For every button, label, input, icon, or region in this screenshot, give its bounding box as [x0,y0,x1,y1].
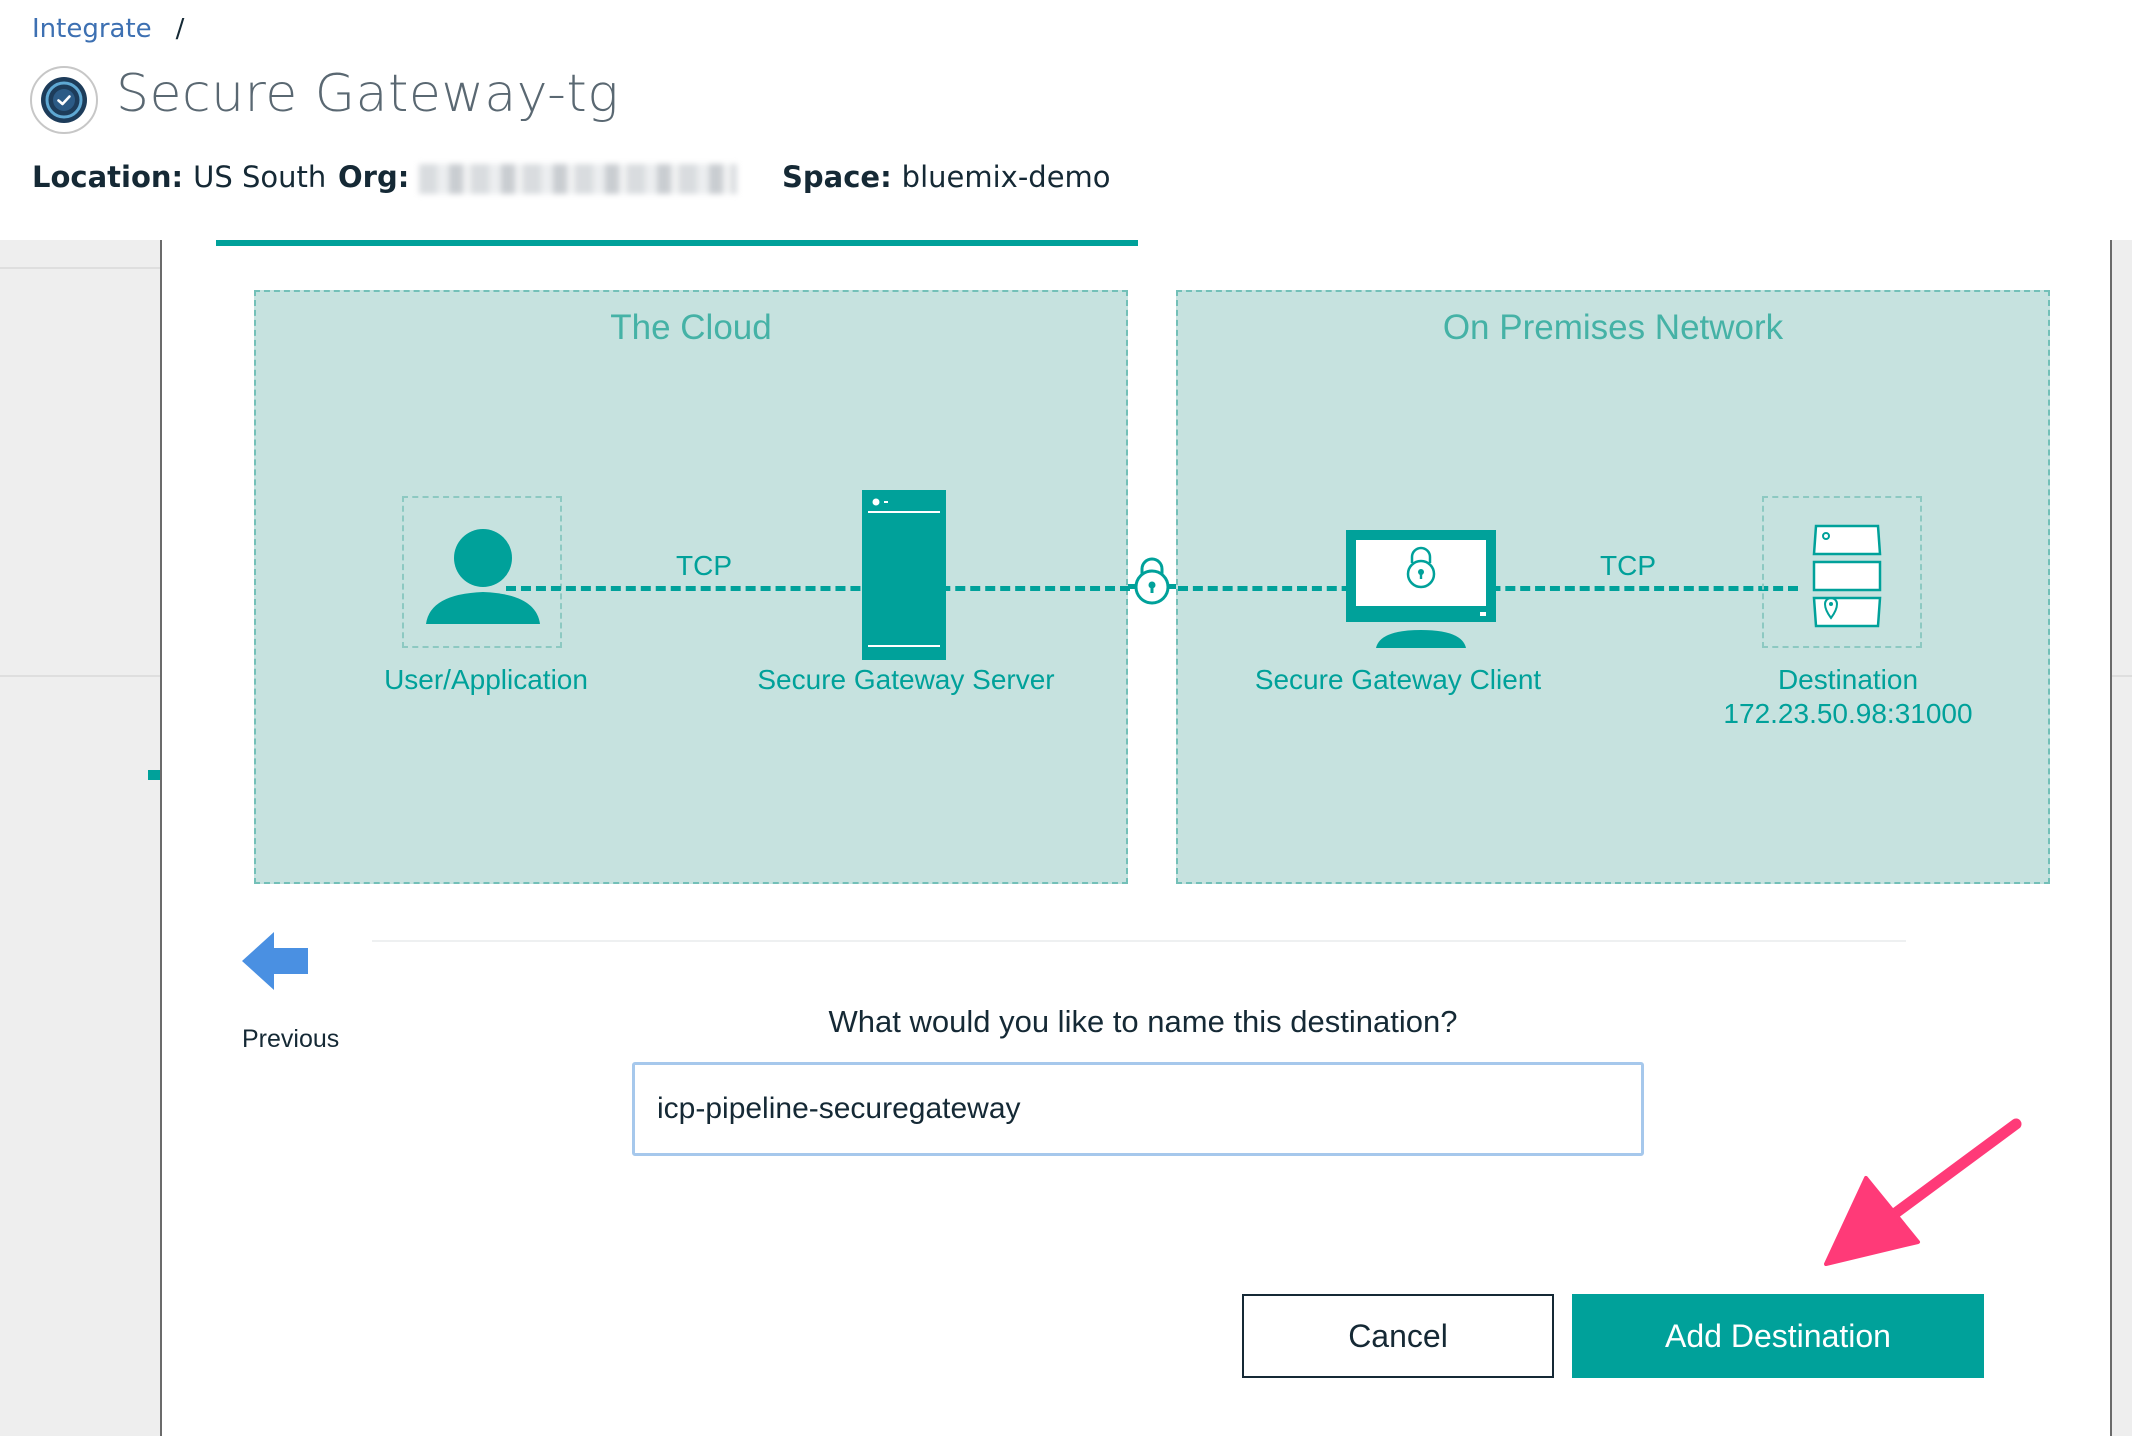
destination-label: Destination [1777,664,1919,695]
org-label: Org: [338,160,410,194]
premises-zone: On Premises Network TCP Secure Gateway C… [1176,290,2050,884]
client-label: Secure Gateway Client [1254,664,1542,695]
breadcrumb-separator: / [175,14,185,44]
backdrop-right [2112,240,2132,1436]
org-info: Org: [338,160,738,194]
monitor-lock-icon [1346,530,1496,653]
section-divider [372,940,1906,942]
cloud-zone-title: The Cloud [610,308,772,347]
previous-arrow-icon[interactable] [242,932,308,995]
add-destination-button[interactable]: Add Destination [1572,1294,1984,1378]
secure-gateway-icon [30,66,98,134]
backdrop-divider [2112,675,2132,677]
destination-address: 172.23.50.98:31000 [1723,698,1973,729]
location-info: Location: US South [32,160,326,194]
user-application-label: User/Application [384,664,588,695]
protocol-label: TCP [676,550,732,581]
page-title: Secure Gateway-tg [116,64,619,124]
destination-stack-icon [1812,524,1884,633]
callout-arrow-icon [1806,1114,2026,1279]
server-icon [862,490,946,665]
org-value-redacted [419,164,738,194]
backdrop-marker [148,770,160,780]
wizard-progress-bar [216,240,1138,246]
space-info: Space: bluemix-demo [782,160,1111,194]
premises-zone-title: On Premises Network [1442,308,1784,347]
destination-name-question: What would you like to name this destina… [828,1004,1458,1039]
space-value: bluemix-demo [901,160,1111,194]
server-label: Secure Gateway Server [757,664,1055,695]
backdrop-left [0,240,160,1436]
user-icon [426,528,540,631]
breadcrumb-link-integrate[interactable]: Integrate [32,14,152,44]
protocol-label: TCP [1600,550,1656,581]
cancel-button[interactable]: Cancel [1242,1294,1554,1378]
destination-name-input[interactable] [632,1062,1644,1156]
backdrop-divider [0,675,160,677]
space-label: Space: [782,160,892,194]
breadcrumb: Integrate / [32,14,184,44]
location-value: US South [193,160,327,194]
location-label: Location: [32,160,184,194]
page-header: Integrate / Secure Gateway-tg Location: US… [0,0,2132,240]
lock-icon [1132,556,1172,611]
cloud-zone: The Cloud TCP User/Application Secure Ga… [254,290,1130,884]
backdrop-divider [0,267,160,269]
connection-line [506,586,1130,591]
